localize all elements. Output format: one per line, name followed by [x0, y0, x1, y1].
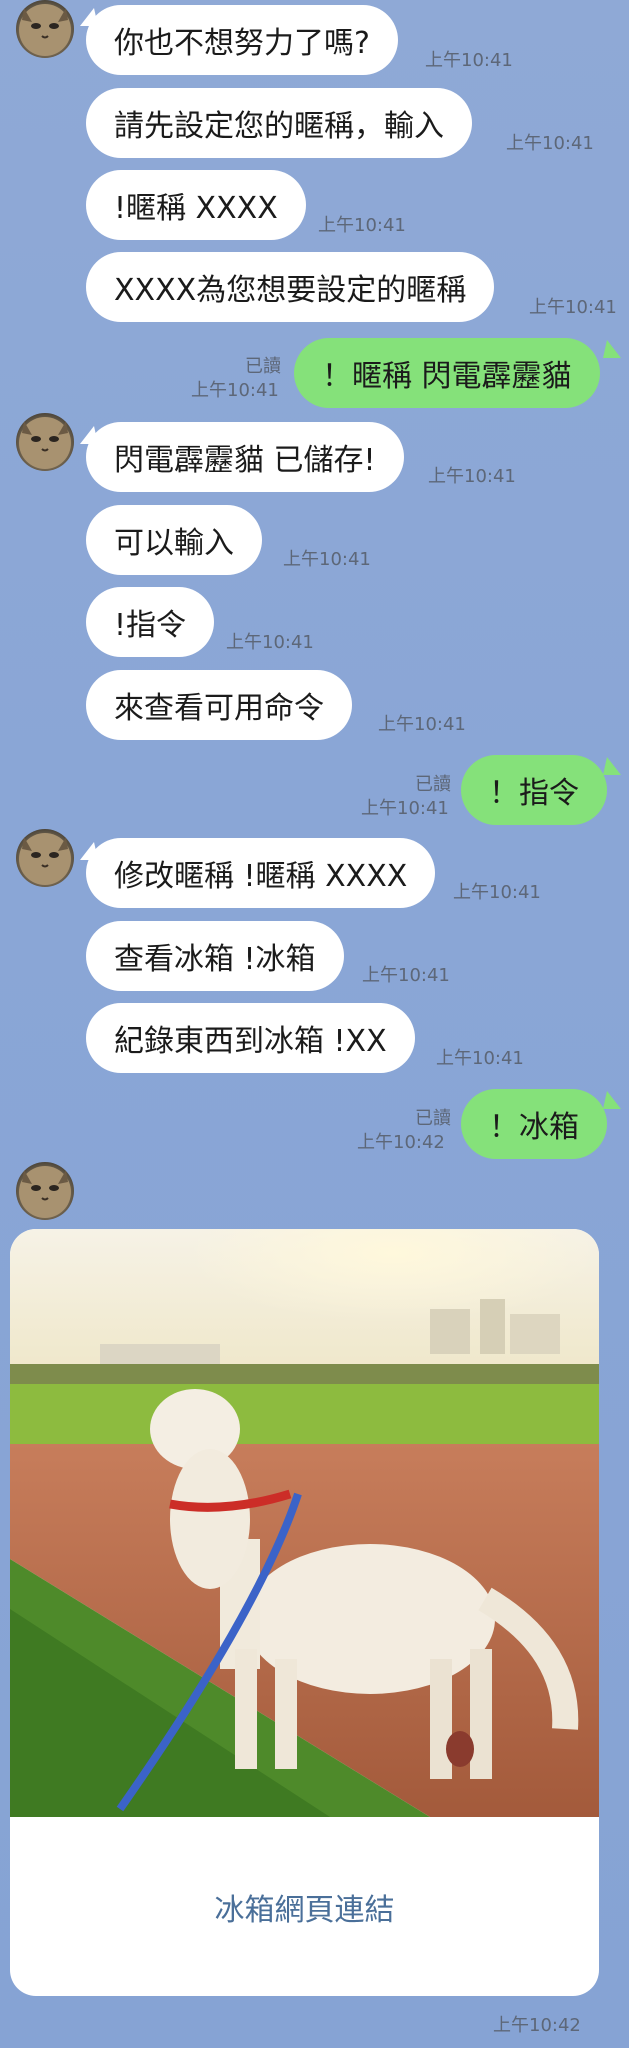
image-link-card[interactable]: 冰箱網頁連結 — [10, 1229, 599, 1996]
bubble-tail — [603, 340, 621, 358]
message-time: 上午10:41 — [283, 549, 371, 570]
read-receipt: 已讀 — [415, 774, 451, 795]
dog-photo[interactable] — [10, 1229, 599, 1817]
outgoing-message[interactable]: ！冰箱 — [461, 1089, 607, 1159]
incoming-message[interactable]: !暱稱 XXXX — [86, 170, 306, 240]
message-time: 上午10:41 — [378, 714, 466, 735]
message-time: 上午10:41 — [529, 297, 617, 318]
incoming-message[interactable]: 紀錄東西到冰箱 !XX — [86, 1003, 415, 1073]
message-time: 上午10:41 — [453, 882, 541, 903]
bot-avatar[interactable] — [16, 1162, 74, 1220]
bot-avatar[interactable] — [16, 413, 74, 471]
incoming-message[interactable]: 閃電霹靂貓 已儲存! — [86, 422, 404, 492]
message-time: 上午10:41 — [361, 798, 449, 819]
bubble-tail — [603, 757, 621, 775]
message-time: 上午10:42 — [357, 1132, 445, 1153]
incoming-message[interactable]: 可以輸入 — [86, 505, 262, 575]
cat-avatar-icon — [19, 417, 71, 469]
dog-photo-icon — [10, 1229, 599, 1817]
incoming-message[interactable]: 查看冰箱 !冰箱 — [86, 921, 344, 991]
card-time: 上午10:42 — [493, 2015, 581, 2036]
message-time: 上午10:41 — [191, 380, 279, 401]
cat-avatar-icon — [19, 833, 71, 885]
message-time: 上午10:41 — [436, 1048, 524, 1069]
bot-avatar[interactable] — [16, 829, 74, 887]
incoming-message[interactable]: 來查看可用命令 — [86, 670, 352, 740]
bot-avatar[interactable] — [16, 0, 74, 58]
cat-avatar-icon — [19, 1166, 71, 1218]
outgoing-message[interactable]: ！暱稱 閃電霹靂貓 — [294, 338, 600, 408]
fridge-webpage-link[interactable]: 冰箱網頁連結 — [10, 1817, 599, 1996]
cat-avatar-icon — [19, 4, 71, 56]
message-time: 上午10:41 — [425, 50, 513, 71]
read-receipt: 已讀 — [415, 1108, 451, 1129]
message-time: 上午10:41 — [362, 965, 450, 986]
message-time: 上午10:41 — [226, 632, 314, 653]
incoming-message[interactable]: 你也不想努力了嗎? — [86, 5, 398, 75]
outgoing-message[interactable]: ！指令 — [461, 755, 607, 825]
incoming-message[interactable]: 請先設定您的暱稱，輸入 — [86, 88, 472, 158]
message-time: 上午10:41 — [318, 215, 406, 236]
message-time: 上午10:41 — [506, 133, 594, 154]
incoming-message[interactable]: XXXX為您想要設定的暱稱 — [86, 252, 495, 322]
message-time: 上午10:41 — [428, 466, 516, 487]
read-receipt: 已讀 — [245, 356, 281, 377]
incoming-message[interactable]: 修改暱稱 !暱稱 XXXX — [86, 838, 436, 908]
bubble-tail — [603, 1091, 621, 1109]
incoming-message[interactable]: !指令 — [86, 587, 215, 657]
